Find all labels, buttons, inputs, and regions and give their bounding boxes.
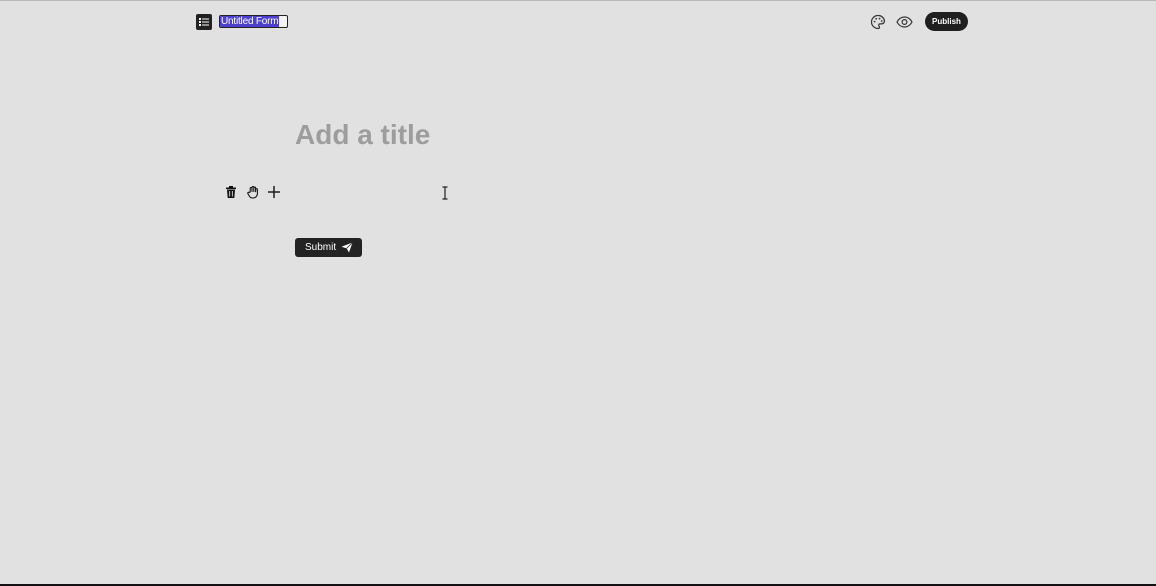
form-title-placeholder[interactable]: Add a title [295,117,430,153]
form-builder-page: Untitled Form Publish Add a title Submit [0,0,1156,586]
plus-icon [268,186,280,198]
preview-button[interactable] [896,14,913,30]
list-icon [199,18,209,26]
eye-icon [896,16,913,28]
text-cursor-icon [442,186,448,200]
form-name-input[interactable]: Untitled Form [219,15,288,28]
drag-hand-icon [247,185,258,199]
send-icon [341,242,353,253]
theme-button[interactable] [870,14,886,30]
publish-button[interactable]: Publish [925,12,968,31]
trash-icon [226,186,236,198]
submit-button[interactable]: Submit [295,238,362,257]
palette-icon [870,14,886,30]
top-bar: Untitled Form Publish [0,1,1156,41]
submit-label: Submit [305,242,337,253]
form-menu-button[interactable] [196,14,212,30]
delete-block-button[interactable] [222,183,240,201]
add-block-button[interactable] [265,183,283,201]
form-name-selected-text: Untitled Form [220,16,280,27]
drag-block-handle[interactable] [244,183,262,201]
